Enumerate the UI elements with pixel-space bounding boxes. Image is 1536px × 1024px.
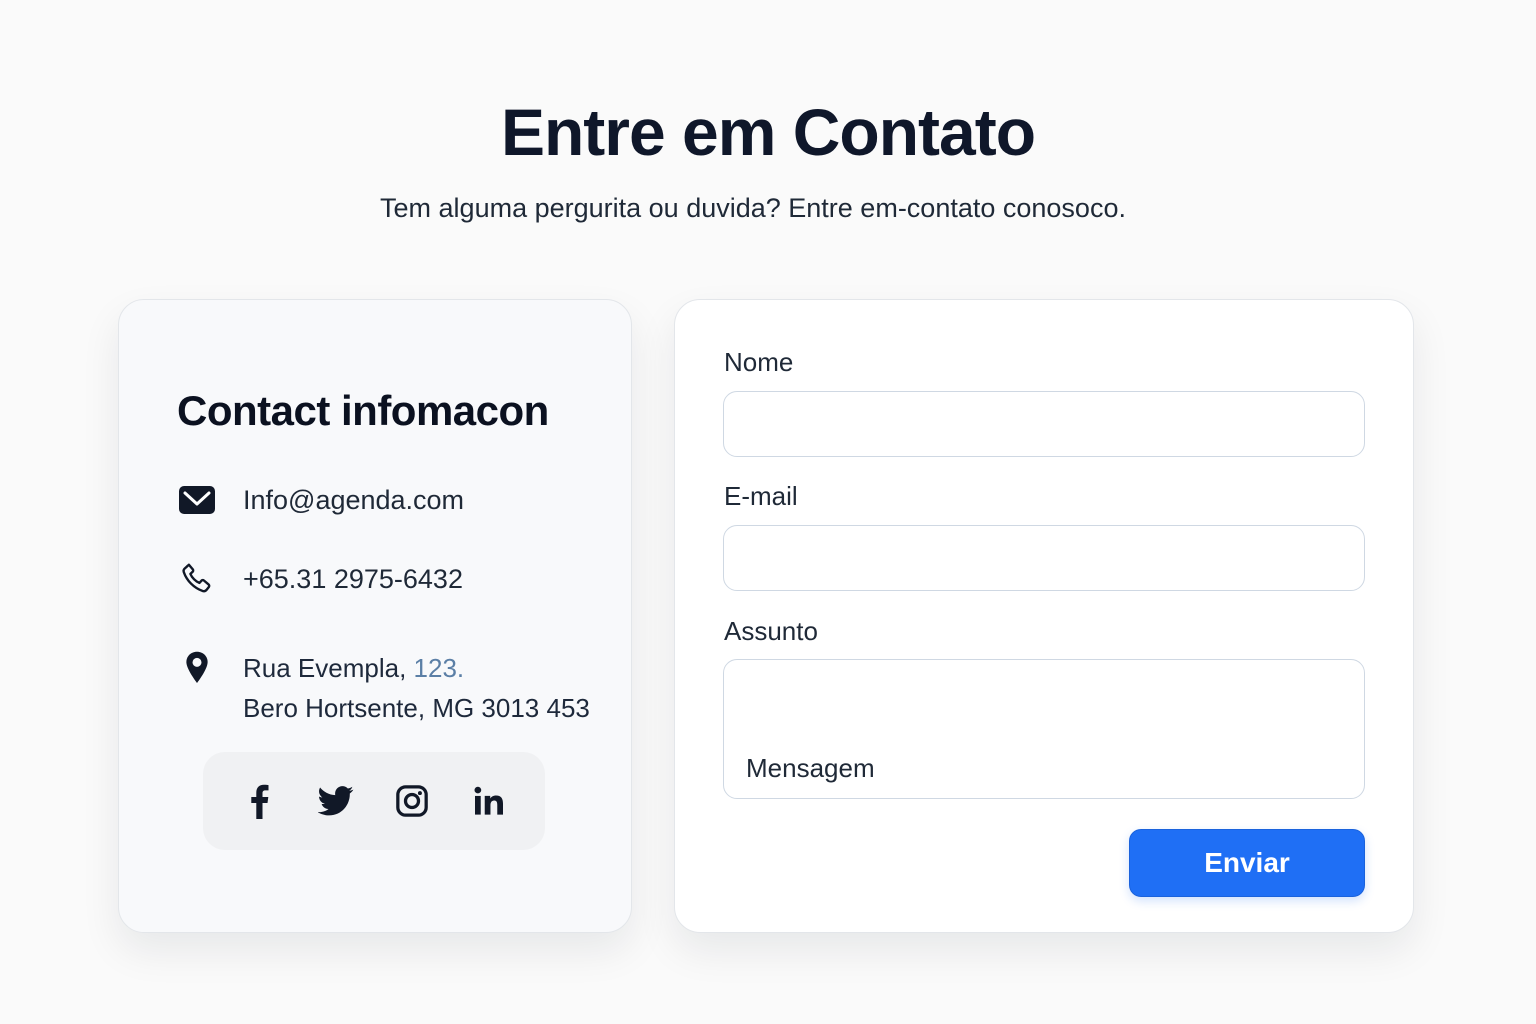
contact-info-title: Contact infomacon bbox=[177, 387, 549, 434]
submit-button[interactable]: Enviar bbox=[1129, 829, 1365, 897]
email-label: E-mail bbox=[724, 481, 798, 511]
subject-label: Assunto bbox=[724, 616, 818, 646]
contact-email-text[interactable]: Info@agenda.com bbox=[243, 483, 464, 517]
page-subtitle: Tem alguma pergurita ou duvida? Entre em… bbox=[380, 193, 1126, 223]
contact-phone-text[interactable]: +65.31 2975-6432 bbox=[243, 562, 463, 596]
page-title: Entre em Contato bbox=[500, 95, 1036, 169]
contact-email-row: Info@agenda.com bbox=[177, 480, 464, 520]
envelope-icon bbox=[177, 480, 217, 520]
contact-address: Rua Evempla, 123. Bero Hortsente, MG 301… bbox=[243, 648, 590, 728]
contact-phone-row: +65.31 2975-6432 bbox=[177, 559, 463, 599]
message-textarea[interactable] bbox=[723, 659, 1365, 799]
contact-info-card: Contact infomacon Info@agenda.com +65.31… bbox=[118, 299, 632, 933]
name-label: Nome bbox=[724, 347, 794, 377]
instagram-icon[interactable] bbox=[387, 776, 437, 826]
phone-icon bbox=[177, 559, 217, 599]
email-input[interactable] bbox=[723, 525, 1365, 591]
address-line-1: Rua Evempla, 123. bbox=[243, 648, 590, 688]
social-links-bar bbox=[203, 752, 545, 850]
address-street: Rua Evempla, bbox=[243, 653, 414, 683]
twitter-icon[interactable] bbox=[311, 776, 361, 826]
name-input[interactable] bbox=[723, 391, 1365, 457]
contact-address-row: Rua Evempla, 123. Bero Hortsente, MG 301… bbox=[177, 648, 590, 728]
address-number: 123. bbox=[413, 653, 465, 683]
location-pin-icon bbox=[177, 648, 217, 688]
facebook-icon[interactable] bbox=[234, 776, 284, 826]
address-line-2: Bero Hortsente, MG 3013 453 bbox=[243, 693, 590, 723]
linkedin-icon[interactable] bbox=[464, 776, 514, 826]
